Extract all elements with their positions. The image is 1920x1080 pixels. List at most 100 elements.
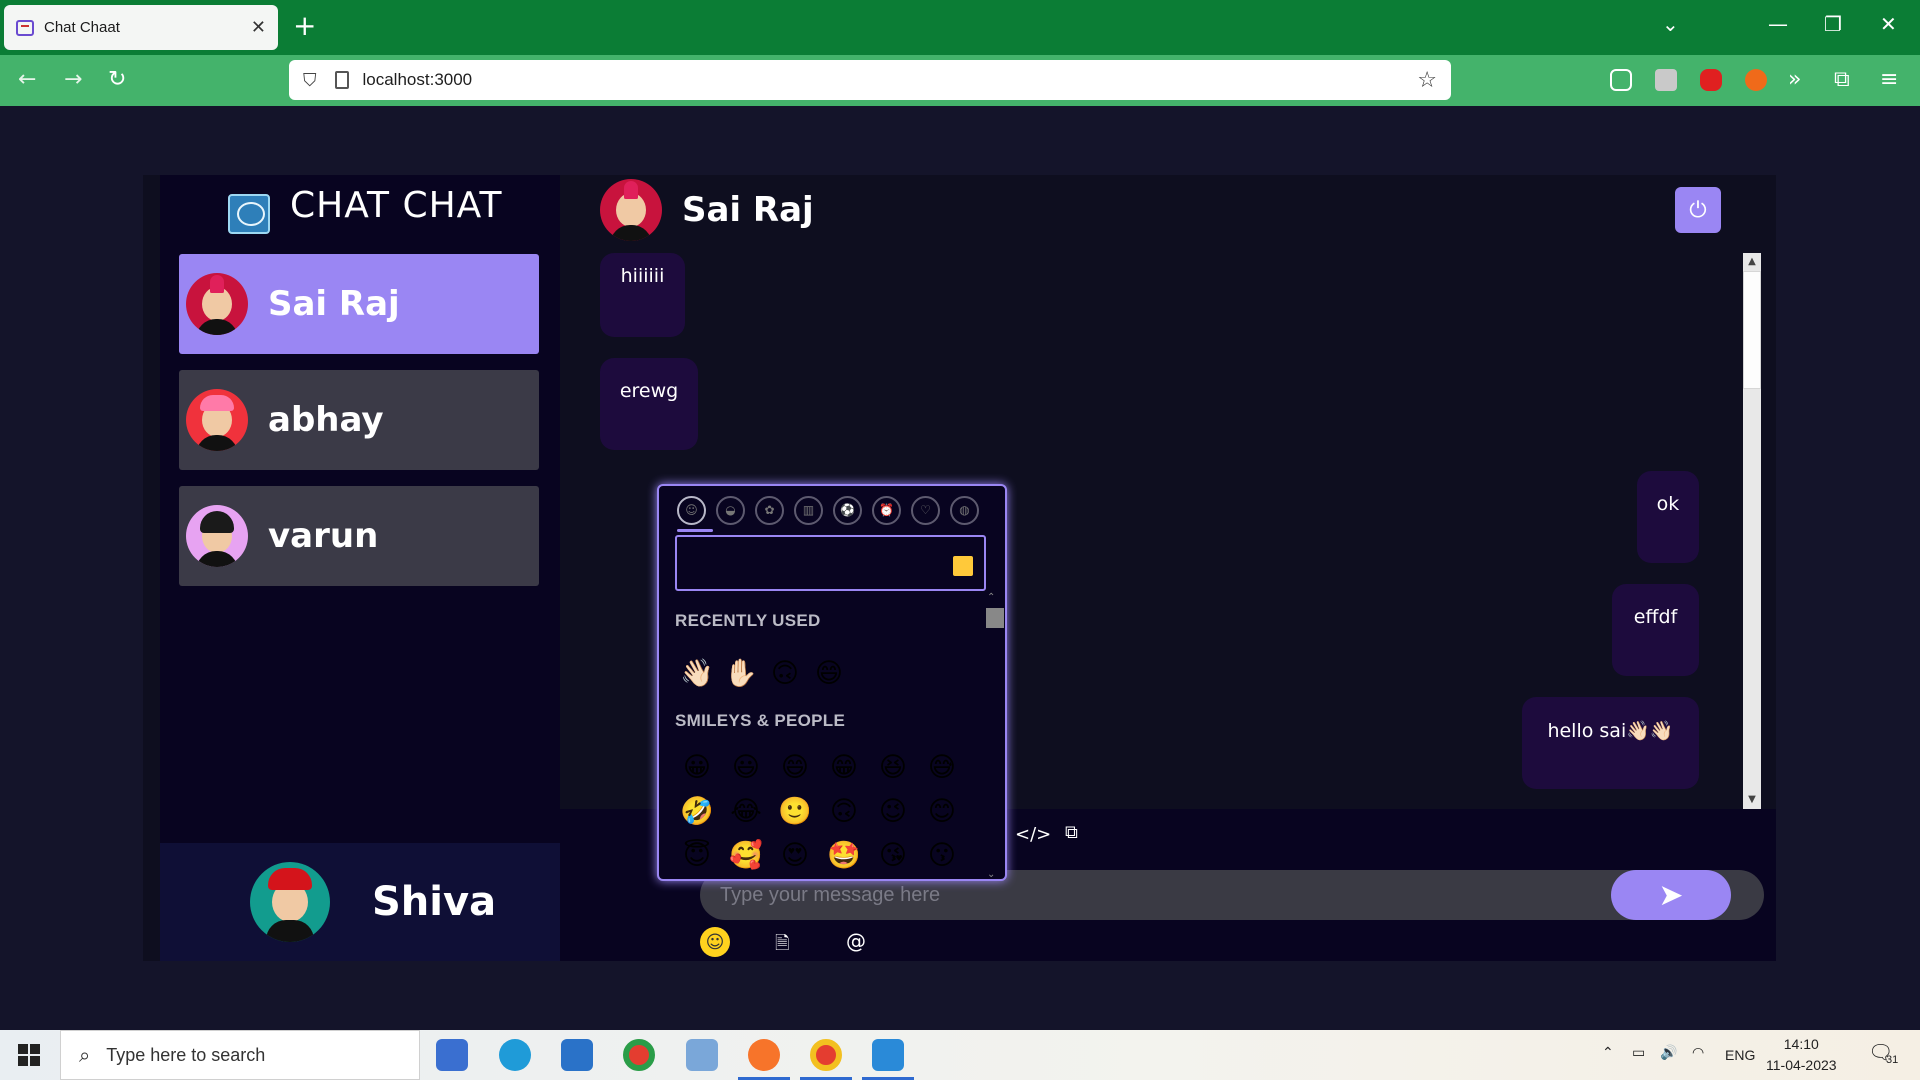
file-upload-icon[interactable]: 🗎 xyxy=(775,931,789,961)
emoji[interactable]: 😍 xyxy=(775,841,815,871)
tab-close-icon[interactable]: ✕ xyxy=(251,17,266,38)
back-icon[interactable]: ← xyxy=(18,67,36,92)
emoji[interactable]: 🥰 xyxy=(726,841,766,871)
mention-icon[interactable]: @ xyxy=(846,929,866,953)
emoji[interactable]: 🤣 xyxy=(677,797,717,827)
emoji-smile[interactable]: 😄 xyxy=(809,659,849,689)
volume-icon[interactable]: 🔊 xyxy=(1660,1044,1677,1061)
emoji-search-box xyxy=(675,535,986,591)
emoji[interactable]: 🙂 xyxy=(775,797,815,827)
pocket-icon[interactable] xyxy=(1610,69,1632,91)
tab-title: Chat Chaat xyxy=(44,19,120,36)
extensions-icon[interactable]: ⧉ xyxy=(1834,67,1850,92)
emoji[interactable]: 😁 xyxy=(824,753,864,783)
message-sent: ok xyxy=(1637,471,1699,563)
emoji[interactable]: 😀 xyxy=(677,753,717,783)
url-text[interactable]: localhost:3000 xyxy=(363,70,1418,90)
more-tools-icon[interactable]: » xyxy=(1788,67,1801,92)
avatar xyxy=(186,273,248,335)
emoji-wave[interactable]: 👋🏻 xyxy=(677,659,717,689)
category-objects-icon[interactable]: ⏰ xyxy=(872,496,901,525)
store-icon[interactable] xyxy=(436,1039,468,1071)
skin-tone-selector[interactable] xyxy=(953,556,973,576)
emoji[interactable]: 😃 xyxy=(726,753,766,783)
category-travel-icon[interactable]: ▥ xyxy=(794,496,823,525)
chrome-icon[interactable] xyxy=(623,1039,655,1071)
emoji[interactable]: 😗 xyxy=(922,841,962,871)
emoji[interactable]: 😇 xyxy=(677,841,717,871)
bookmark-star-icon[interactable]: ☆ xyxy=(1417,68,1437,93)
emoji-search-input[interactable] xyxy=(687,549,937,579)
forward-icon[interactable]: → xyxy=(64,67,82,92)
language-indicator[interactable]: ENG xyxy=(1725,1047,1755,1063)
scroll-up-icon[interactable]: ▲ xyxy=(1743,253,1761,271)
clock-time: 14:10 xyxy=(1783,1036,1819,1052)
extension-orange-icon[interactable] xyxy=(1745,69,1767,91)
chat-header-name: Sai Raj xyxy=(682,190,814,230)
emoji[interactable]: 😂 xyxy=(726,797,766,827)
tray-chevron-icon[interactable]: ⌃ xyxy=(1602,1044,1614,1061)
contact-sai-raj[interactable]: Sai Raj xyxy=(179,254,539,354)
picker-scroll-up-icon[interactable]: ⌃ xyxy=(987,592,995,603)
vscode-icon[interactable] xyxy=(872,1039,904,1071)
code-icon[interactable]: </> xyxy=(1015,824,1051,845)
reload-icon[interactable]: ↻ xyxy=(108,67,126,92)
emoji[interactable]: 😉 xyxy=(873,797,913,827)
picker-scroll-thumb[interactable] xyxy=(986,608,1004,628)
ublock-icon[interactable] xyxy=(1700,69,1722,91)
category-flags-icon[interactable]: ◍ xyxy=(950,496,979,525)
firefox-icon[interactable] xyxy=(748,1039,780,1071)
tab-list-icon[interactable]: ⌄ xyxy=(1662,12,1679,36)
category-activities-icon[interactable]: ⚽ xyxy=(833,496,862,525)
extension-gray-icon[interactable] xyxy=(1655,69,1677,91)
message-received: hiiiiii xyxy=(600,253,685,337)
chrome-2-icon[interactable] xyxy=(810,1039,842,1071)
category-symbols-icon[interactable]: ♡ xyxy=(911,496,940,525)
new-tab-button[interactable]: + xyxy=(293,10,316,42)
scrollbar-thumb[interactable] xyxy=(1743,271,1761,389)
message-input[interactable] xyxy=(720,880,1420,910)
emoji[interactable]: 😊 xyxy=(922,797,962,827)
category-food-icon[interactable]: ✿ xyxy=(755,496,784,525)
url-bar[interactable]: ⛉ localhost:3000 ☆ xyxy=(289,60,1451,100)
menu-icon[interactable]: ≡ xyxy=(1880,67,1898,92)
avatar xyxy=(186,389,248,451)
chat-header: Sai Raj xyxy=(600,179,814,241)
recent-emoji-grid: 👋🏻 ✋🏻 🙃 😄 xyxy=(677,659,853,689)
messages-scrollbar[interactable]: ▲ ▼ xyxy=(1743,253,1761,809)
mail-icon[interactable] xyxy=(561,1039,593,1071)
emoji-toggle-icon[interactable]: ☺ xyxy=(700,927,730,957)
emoji-upside-down[interactable]: 🙃 xyxy=(765,659,805,689)
minimize-icon[interactable]: — xyxy=(1768,12,1788,36)
browser-tab[interactable]: Chat Chaat ✕ xyxy=(4,5,278,50)
battery-icon[interactable]: ▭ xyxy=(1632,1044,1645,1061)
logout-button[interactable]: ⏻ xyxy=(1675,187,1721,233)
taskbar-search[interactable]: ⌕ Type here to search xyxy=(60,1030,420,1080)
restore-icon[interactable]: ❐ xyxy=(1824,12,1842,36)
page-info-icon[interactable] xyxy=(334,71,349,89)
scroll-down-icon[interactable]: ▼ xyxy=(1743,791,1761,809)
emoji-raised-hand[interactable]: ✋🏻 xyxy=(721,659,761,689)
edge-icon[interactable] xyxy=(499,1039,531,1071)
embed-icon[interactable]: ⧉ xyxy=(1065,822,1078,843)
explorer-icon[interactable] xyxy=(686,1039,718,1071)
picker-scroll-down-icon[interactable]: ⌄ xyxy=(987,869,995,879)
notification-count: 31 xyxy=(1886,1054,1899,1066)
emoji[interactable]: 😅 xyxy=(922,753,962,783)
send-button[interactable]: ➤ xyxy=(1611,870,1731,920)
emoji[interactable]: 😆 xyxy=(873,753,913,783)
shield-icon[interactable]: ⛉ xyxy=(303,70,317,91)
emoji[interactable]: 🤩 xyxy=(824,841,864,871)
contact-abhay[interactable]: abhay xyxy=(179,370,539,470)
close-window-icon[interactable]: ✕ xyxy=(1880,12,1897,36)
wifi-icon[interactable]: ◠ xyxy=(1692,1044,1704,1061)
emoji[interactable]: 🙃 xyxy=(824,797,864,827)
contact-varun[interactable]: varun xyxy=(179,486,539,586)
category-animals-icon[interactable]: ◒ xyxy=(716,496,745,525)
emoji-picker-scrollbar[interactable]: ⌃ ⌄ xyxy=(983,592,1005,879)
emoji[interactable]: 😄 xyxy=(775,753,815,783)
taskbar-clock[interactable]: 14:10 11-04-2023 xyxy=(1766,1034,1837,1076)
windows-start-icon[interactable] xyxy=(18,1044,40,1066)
emoji[interactable]: 😘 xyxy=(873,841,913,871)
category-smileys-icon[interactable]: ☺ xyxy=(677,496,706,525)
